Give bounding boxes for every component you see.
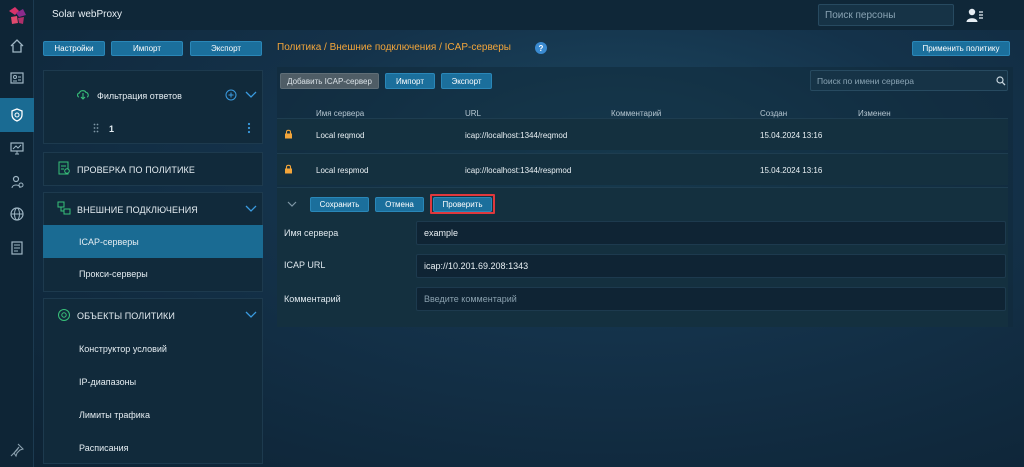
sidebar-item-filter-responses[interactable]: Фильтрация ответов xyxy=(97,91,182,101)
policy-objects-icon xyxy=(58,309,70,321)
content-import-button[interactable]: Импорт xyxy=(385,73,435,89)
rule-number[interactable]: 1 xyxy=(109,124,114,134)
add-circle-icon[interactable] xyxy=(225,89,237,101)
policy-shield-icon[interactable] xyxy=(0,98,34,132)
person-search-input[interactable]: Поиск персоны xyxy=(818,4,954,26)
chevron-down-icon[interactable] xyxy=(245,91,257,99)
content-export-button[interactable]: Экспорт xyxy=(441,73,492,89)
icap-url-label: ICAP URL xyxy=(284,260,326,270)
export-button[interactable]: Экспорт xyxy=(190,41,262,56)
column-header-modified[interactable]: Изменен xyxy=(858,109,891,118)
users-icon[interactable] xyxy=(0,166,34,198)
settings-button[interactable]: Настройки xyxy=(43,41,105,56)
table-row[interactable]: Local respmod icap://localhost:1344/resp… xyxy=(277,153,1008,185)
section-policy-check[interactable]: ПРОВЕРКА ПО ПОЛИТИКЕ xyxy=(77,165,195,175)
cancel-button[interactable]: Отмена xyxy=(375,197,424,212)
check-button-highlight xyxy=(430,194,495,214)
sidebar-item-traffic-limits[interactable]: Лимиты трафика xyxy=(79,410,150,420)
policy-check-icon xyxy=(58,161,70,175)
server-name-label: Имя сервера xyxy=(284,228,339,238)
monitoring-icon[interactable] xyxy=(0,132,34,164)
reports-icon[interactable] xyxy=(0,232,34,264)
home-icon[interactable] xyxy=(0,30,34,62)
cell-name: Local respmod xyxy=(316,166,369,175)
cloud-download-icon xyxy=(77,90,89,100)
sidebar-item-ip-ranges[interactable]: IP-диапазоны xyxy=(79,377,136,387)
left-rail xyxy=(0,0,34,467)
column-header-created[interactable]: Создан xyxy=(760,109,787,118)
chevron-down-icon[interactable] xyxy=(245,311,257,319)
icap-url-field[interactable]: icap://10.201.69.208:1343 xyxy=(416,254,1006,278)
cell-name: Local reqmod xyxy=(316,131,365,140)
help-icon[interactable]: ? xyxy=(535,42,547,54)
lock-icon xyxy=(285,164,292,174)
network-icon xyxy=(57,201,71,215)
import-button[interactable]: Импорт xyxy=(111,41,183,56)
add-icap-server-button[interactable]: Добавить ICAP-сервер xyxy=(280,73,379,89)
id-card-icon[interactable] xyxy=(0,62,34,94)
pin-icon[interactable] xyxy=(0,434,34,466)
collapse-chevron-icon[interactable] xyxy=(287,201,297,207)
cell-created: 15.04.2024 13:16 xyxy=(760,131,823,140)
sidebar-item-label: ICAP-серверы xyxy=(79,237,139,247)
sidebar-item-proxy-servers[interactable]: Прокси-серверы xyxy=(79,269,148,279)
save-button[interactable]: Сохранить xyxy=(310,197,369,212)
lock-icon xyxy=(285,129,292,139)
globe-icon[interactable] xyxy=(0,198,34,230)
server-search-input[interactable]: Поиск по имени сервера xyxy=(810,70,1008,91)
server-name-field[interactable]: example xyxy=(416,221,1006,245)
cell-url: icap://localhost:1344/respmod xyxy=(465,166,572,175)
sidebar-item-condition-builder[interactable]: Конструктор условий xyxy=(79,344,167,354)
column-header-name[interactable]: Имя сервера xyxy=(316,109,364,118)
filter-panel xyxy=(43,70,263,144)
solar-logo-icon xyxy=(9,7,26,24)
column-header-url[interactable]: URL xyxy=(465,109,481,118)
cell-created: 15.04.2024 13:16 xyxy=(760,166,823,175)
column-header-comment[interactable]: Комментарий xyxy=(611,109,661,118)
cell-url: icap://localhost:1344/reqmod xyxy=(465,131,568,140)
sidebar-item-icap-servers[interactable] xyxy=(43,225,263,258)
apply-policy-button[interactable]: Применить политику xyxy=(912,41,1010,56)
section-external-connections[interactable]: ВНЕШНИЕ ПОДКЛЮЧЕНИЯ xyxy=(77,205,198,215)
comment-label: Комментарий xyxy=(284,294,341,304)
drag-handle-icon[interactable] xyxy=(93,123,99,133)
policy-objects-panel xyxy=(43,298,263,464)
breadcrumb: Политика / Внешние подключения / ICAP-се… xyxy=(277,42,511,53)
chevron-down-icon[interactable] xyxy=(245,205,257,213)
comment-field[interactable]: Введите комментарий xyxy=(416,287,1006,311)
more-vertical-icon[interactable] xyxy=(247,122,251,134)
section-policy-objects[interactable]: ОБЪЕКТЫ ПОЛИТИКИ xyxy=(77,311,175,321)
table-row[interactable]: Local reqmod icap://localhost:1344/reqmo… xyxy=(277,118,1008,150)
user-menu-icon[interactable] xyxy=(966,7,984,23)
sidebar-item-schedules[interactable]: Расписания xyxy=(79,443,129,453)
app-title: Solar webProxy xyxy=(52,9,123,20)
search-icon[interactable] xyxy=(996,76,1006,86)
